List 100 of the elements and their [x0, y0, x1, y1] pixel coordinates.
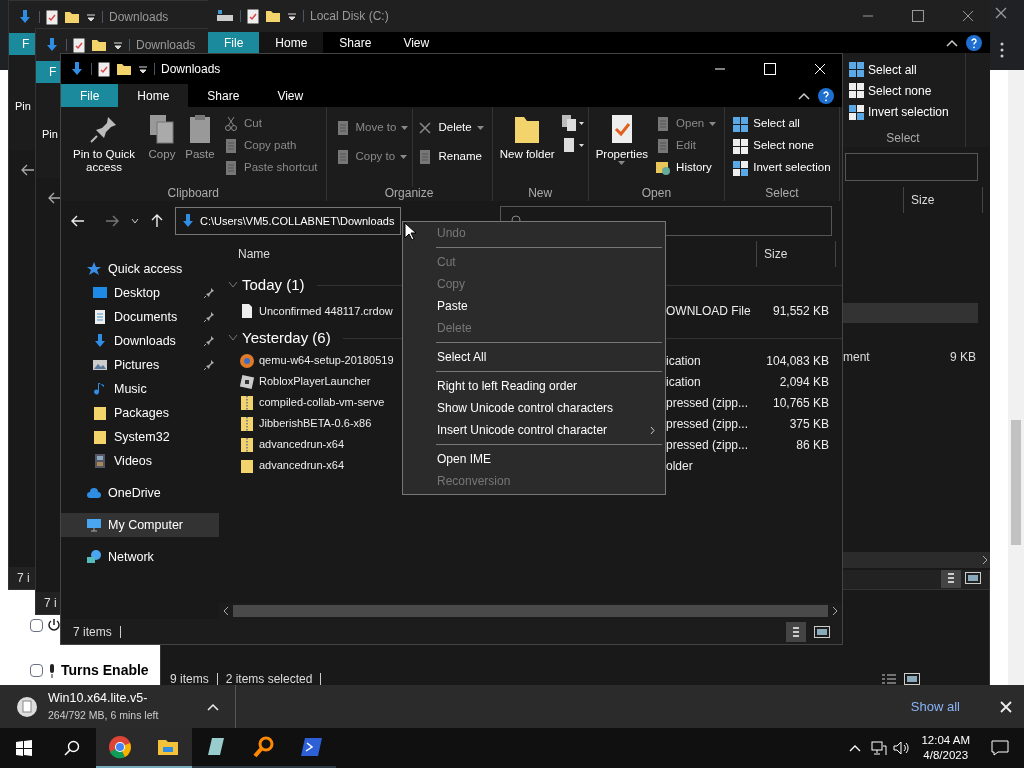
file-name[interactable]: Unconfirmed 448117.crdow — [219, 302, 403, 320]
show-all-link[interactable]: Show all — [910, 696, 960, 717]
details-view-button[interactable] — [786, 621, 806, 642]
download-details-text: 264/792 MB, 6 mins left — [48, 708, 160, 723]
file-size: 10,765 KB — [771, 394, 829, 412]
checkbox[interactable] — [30, 664, 43, 677]
caret-icon — [113, 40, 123, 50]
ribbon-button[interactable]: Select none — [733, 135, 831, 157]
nav-item[interactable]: Packages — [61, 401, 219, 425]
file-name[interactable]: advancedrun-x64 — [219, 436, 403, 453]
file-name[interactable]: JibberishBETA-0.6-x86 — [219, 415, 403, 432]
ribbon-button-label[interactable]: Pin — [42, 128, 58, 140]
app-icon — [239, 373, 255, 390]
ribbon-button[interactable]: Properties — [592, 109, 652, 187]
file-type: ication — [666, 352, 702, 370]
nav-item[interactable]: OneDrive — [61, 481, 219, 505]
ribbon-button[interactable]: Delete — [417, 113, 484, 142]
ribbon-tab[interactable]: View — [258, 84, 323, 107]
details-view-icon — [793, 625, 799, 638]
back-arrow-icon — [21, 164, 35, 176]
file-size: 2,094 KB — [778, 373, 829, 391]
document-icon — [16, 695, 38, 718]
scissors-icon — [223, 116, 239, 132]
ribbon-button[interactable]: Pin to Quick access — [65, 109, 143, 187]
file-size: 375 KB — [788, 415, 829, 433]
scrollbar-thumb[interactable] — [1011, 420, 1021, 545]
up-arrow-icon — [151, 214, 163, 228]
nav-item[interactable]: Videos — [61, 449, 219, 473]
ribbon-button[interactable]: Select all — [849, 59, 965, 81]
window-title: Local Disk (C:) — [310, 8, 389, 25]
caret-icon — [138, 64, 148, 74]
nav-item[interactable]: Network — [61, 545, 219, 569]
ribbon-tab[interactable]: Home — [259, 32, 324, 53]
nav-item[interactable]: Desktop — [61, 281, 219, 305]
menu-item[interactable]: Show Unicode control characters — [403, 397, 665, 419]
checkbox-label: Turns Enable — [61, 661, 149, 680]
search-field[interactable] — [845, 153, 978, 181]
nav-item[interactable]: Music — [61, 377, 219, 401]
file-name[interactable]: qemu-w64-setup-20180519 — [219, 352, 403, 369]
folder-icon — [92, 405, 108, 421]
group-header[interactable]: Yesterday (6) — [228, 326, 331, 350]
clock-time[interactable]: 12:04 AM — [921, 733, 970, 748]
caret-icon — [476, 125, 484, 130]
microphone-icon — [47, 663, 57, 678]
nav-item[interactable]: Pictures — [61, 353, 219, 377]
nav-item[interactable]: System32 — [61, 425, 219, 449]
scrollbar-thumb[interactable] — [233, 605, 828, 617]
ribbon-group-label: Open — [640, 187, 673, 201]
speaker-icon — [893, 740, 910, 756]
ribbon-button[interactable]: Invert selection — [849, 101, 965, 123]
nav-item[interactable]: My Computer — [61, 513, 219, 537]
chevron-up-icon — [207, 702, 219, 711]
ribbon-button[interactable]: Select none — [849, 80, 965, 102]
ribbon-tab[interactable]: View — [387, 32, 446, 53]
ribbon-button[interactable]: Select all — [733, 113, 831, 135]
caret-icon — [401, 125, 409, 130]
menu-item[interactable]: Insert Unicode control character — [403, 419, 665, 441]
address-field[interactable]: C:\Users\VM5.COLLABNET\Downloads — [175, 207, 402, 235]
ribbon-button[interactable]: Rename — [417, 142, 484, 171]
details-view-button[interactable] — [941, 568, 961, 588]
nav-item[interactable]: Documents — [61, 305, 219, 329]
group-header[interactable]: Today (1) — [228, 273, 305, 297]
details-view-icon — [882, 673, 896, 685]
properties-icon — [46, 9, 58, 25]
menu-item[interactable]: Open IME — [403, 448, 665, 470]
clock-date[interactable]: 4/8/2023 — [923, 748, 969, 763]
ribbon-tab[interactable]: File — [208, 32, 260, 53]
scrollbar[interactable] — [1008, 70, 1024, 685]
ribbon-tab[interactable]: File — [61, 84, 119, 107]
desktop-icon — [92, 285, 108, 301]
cloud-icon — [86, 485, 102, 501]
horizontal-scrollbar[interactable] — [843, 552, 990, 568]
menu-item[interactable]: Right to left Reading order — [403, 375, 665, 397]
ribbon-button[interactable]: New folder — [496, 109, 558, 187]
picture-icon — [92, 357, 108, 373]
ribbon-tab[interactable]: Share — [323, 32, 388, 53]
nav-item[interactable]: Downloads — [61, 329, 219, 353]
caret-icon — [709, 122, 717, 126]
ribbon-button[interactable]: History — [655, 157, 717, 179]
collapse-ribbon-icon — [946, 38, 958, 47]
zip-folder-icon — [239, 436, 255, 453]
ribbon-button-label[interactable]: Pin — [15, 100, 31, 112]
caret-icon — [400, 154, 408, 159]
file-name[interactable]: advancedrun-x64 — [219, 457, 403, 474]
file-row[interactable]: ment 9 KB — [843, 347, 976, 367]
back-arrow-icon — [48, 192, 62, 204]
checkbox[interactable] — [30, 618, 43, 632]
menu-item[interactable]: Paste — [403, 295, 665, 317]
ribbon-tab[interactable]: Share — [188, 84, 259, 107]
ribbon-button[interactable]: Invert selection — [733, 157, 831, 179]
nav-item[interactable]: Quick access — [61, 257, 219, 281]
file-name[interactable]: compiled-collab-vm-serve — [219, 394, 403, 411]
column-header[interactable]: Size — [903, 187, 983, 213]
pin-icon — [203, 335, 215, 347]
ribbon-tab[interactable]: Home — [118, 84, 189, 107]
file-name[interactable]: RobloxPlayerLauncher — [219, 373, 403, 390]
menu-item[interactable]: Select All — [403, 346, 665, 368]
column-header[interactable]: Size — [756, 241, 836, 267]
cut-off-tab[interactable]: F — [9, 33, 36, 55]
window-title: Downloads — [161, 61, 221, 78]
